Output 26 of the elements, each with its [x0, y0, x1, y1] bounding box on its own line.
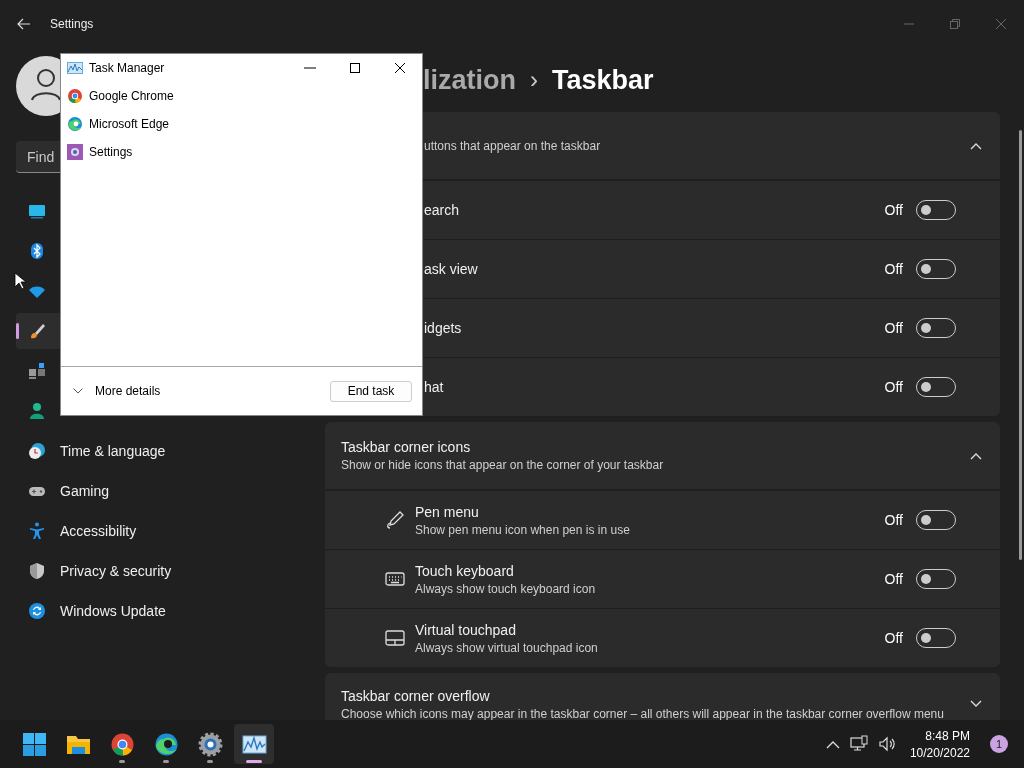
toggle-state: Off	[884, 379, 903, 395]
setting-label: idgets	[424, 320, 463, 336]
window-title: Task Manager	[89, 61, 165, 75]
breadcrumb-separator: ›	[530, 66, 538, 94]
toggle-state: Off	[884, 630, 903, 646]
toggle-state: Off	[884, 320, 903, 336]
section-title: Taskbar corner icons	[341, 439, 472, 455]
section-description: Show or hide icons that appear on the corner of your taskbar	[341, 458, 665, 472]
setting-label: Virtual touchpad	[415, 621, 517, 638]
setting-description: Show pen menu icon when pen is in use	[415, 522, 631, 537]
setting-label: earch	[424, 202, 461, 218]
toggle-state: Off	[884, 571, 903, 587]
setting-label: ask view	[424, 261, 479, 277]
setting-label: hat	[424, 379, 445, 395]
setting-description: Always show touch keyboard icon	[415, 581, 597, 596]
page-title: Taskbar	[552, 64, 654, 96]
setting-label: Touch keyboard	[415, 562, 515, 579]
section-title: Taskbar corner overflow	[341, 688, 491, 704]
section-description: uttons that appear on the taskbar	[424, 138, 602, 153]
setting-description: Always show virtual touchpad icon	[415, 640, 599, 655]
setting-label: Pen menu	[415, 503, 480, 520]
section-description: Choose which icons may appear in the taskbar corner – all others will appear in the taskbar corner overflow menu	[341, 707, 945, 720]
toggle-state: Off	[884, 261, 903, 277]
toggle-state: Off	[884, 202, 903, 218]
toggle-state: Off	[884, 512, 903, 528]
window-title: Settings	[50, 17, 94, 31]
